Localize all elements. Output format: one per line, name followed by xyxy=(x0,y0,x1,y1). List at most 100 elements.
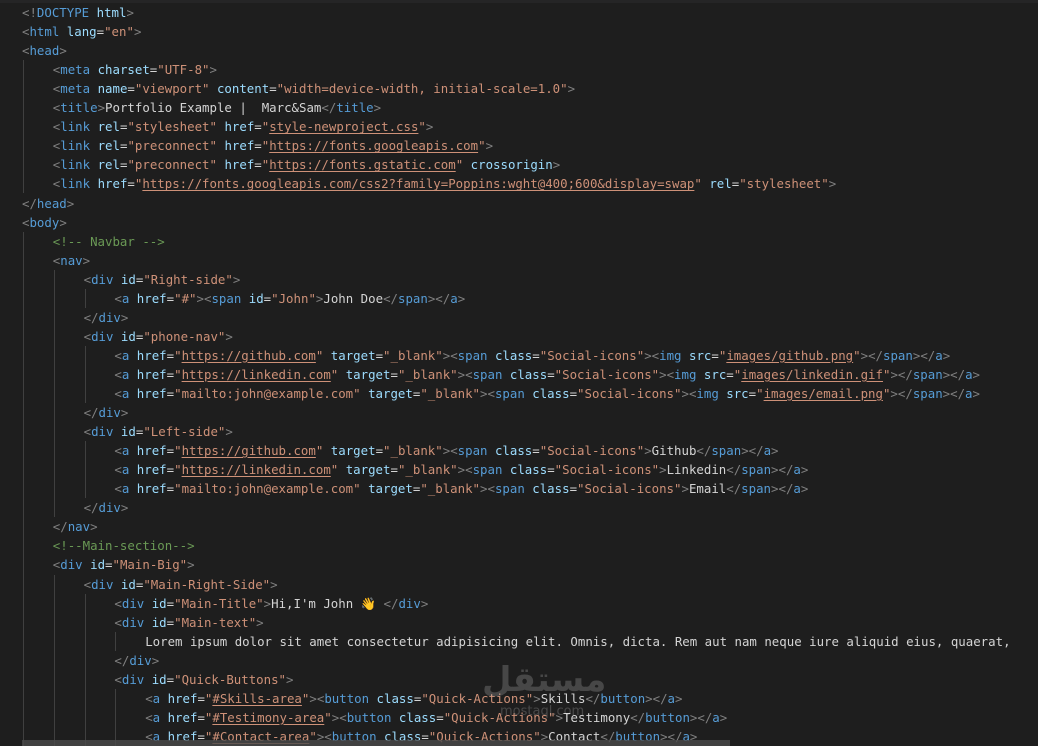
code-string: "mailto:john@example.com" xyxy=(174,481,361,497)
code-line[interactable]: </nav> xyxy=(22,517,98,536)
code-punctuation: < xyxy=(114,366,122,382)
code-line[interactable]: <a href="https://linkedin.com" target="_… xyxy=(22,460,808,479)
code-line[interactable]: <a href="https://linkedin.com" target="_… xyxy=(22,365,980,384)
code-text: Github xyxy=(651,443,697,459)
code-punctuation: </ xyxy=(778,462,794,478)
code-line[interactable]: </head> xyxy=(22,194,74,213)
code-link[interactable]: https://fonts.googleapis.com/css2?family… xyxy=(142,176,694,191)
code-attribute-name: charset xyxy=(97,62,150,78)
code-line[interactable]: <meta name="viewport" content="width=dev… xyxy=(22,79,575,98)
code-tag-name: span xyxy=(472,462,503,478)
code-line[interactable]: <!-- Navbar --> xyxy=(22,232,165,251)
code-text: John Doe xyxy=(323,290,384,306)
code-attribute-name: content xyxy=(216,81,270,97)
code-line[interactable]: <title>Portfolio Example | Marc&Sam</tit… xyxy=(22,98,381,117)
code-line[interactable]: </div> xyxy=(22,498,129,517)
code-link[interactable]: #Testimony-area xyxy=(212,710,324,725)
code-tag-name: div xyxy=(98,500,121,516)
code-line[interactable]: <!DOCTYPE html> xyxy=(22,3,134,22)
code-line[interactable]: <a href="https://github.com" target="_bl… xyxy=(22,346,950,365)
code-text: = xyxy=(166,614,175,630)
code-link[interactable]: https://linkedin.com xyxy=(182,367,331,382)
code-line[interactable]: <nav> xyxy=(22,251,90,270)
code-line[interactable]: <meta charset="UTF-8"> xyxy=(22,60,217,79)
code-punctuation: < xyxy=(465,462,473,478)
code-line[interactable]: <html lang="en"> xyxy=(22,22,141,41)
code-attribute-name: target xyxy=(345,462,391,478)
code-line[interactable]: <link href="https://fonts.googleapis.com… xyxy=(22,174,836,193)
code-line[interactable]: <div id="Left-side"> xyxy=(22,422,233,441)
horizontal-scrollbar[interactable] xyxy=(22,740,730,746)
code-link[interactable]: style-newproject.css xyxy=(269,119,418,134)
code-line[interactable]: <div id="phone-nav"> xyxy=(22,327,233,346)
code-punctuation: > xyxy=(645,690,653,706)
code-line[interactable]: <a href="https://github.com" target="_bl… xyxy=(22,441,778,460)
code-punctuation: < xyxy=(114,347,122,363)
code-line[interactable]: </div> xyxy=(22,651,159,670)
code-line[interactable]: Lorem ipsum dolor sit amet consectetur a… xyxy=(22,632,1010,651)
code-link[interactable]: #Skills-area xyxy=(212,691,302,706)
code-tag-name: a xyxy=(793,462,801,478)
code-line[interactable]: <div id="Main-Title">Hi,I'm John 👋 </div… xyxy=(22,594,428,613)
code-line[interactable]: <link rel="stylesheet" href="style-newpr… xyxy=(22,117,434,136)
code-line[interactable]: <!--Main-section--> xyxy=(22,536,195,555)
code-text: = xyxy=(547,462,555,478)
code-link[interactable]: https://linkedin.com xyxy=(182,462,331,477)
code-line[interactable]: <div id="Right-side"> xyxy=(22,270,241,289)
code-link[interactable]: https://fonts.gstatic.com xyxy=(269,157,456,172)
code-link[interactable]: https://github.com xyxy=(182,443,316,458)
code-line[interactable]: <div id="Main-Big"> xyxy=(22,555,195,574)
code-line[interactable]: </div> xyxy=(22,308,129,327)
code-line[interactable]: <a href="#Skills-area"><button class="Qu… xyxy=(22,689,682,708)
code-string: " xyxy=(174,366,182,382)
code-line[interactable]: <link rel="preconnect" href="https://fon… xyxy=(22,155,560,174)
code-attribute-name: class xyxy=(398,709,437,725)
code-line[interactable]: </div> xyxy=(22,403,129,422)
code-text: = xyxy=(254,157,262,173)
code-line[interactable]: <body> xyxy=(22,213,67,232)
code-link[interactable]: images/github.png xyxy=(726,348,853,363)
code-attribute-name: class xyxy=(494,443,533,459)
code-text: Skills xyxy=(540,690,586,706)
code-punctuation: > xyxy=(457,366,466,382)
code-punctuation: < xyxy=(145,690,153,706)
code-editor[interactable]: <!DOCTYPE html> <html lang="en"> <head> <me… xyxy=(0,0,1038,746)
code-tag-name: button xyxy=(645,709,690,725)
code-text: = xyxy=(390,366,398,382)
code-link[interactable]: https://fonts.googleapis.com xyxy=(269,138,478,153)
code-line[interactable]: <a href="#"><span id="John">John Doe</sp… xyxy=(22,289,465,308)
code-attribute-name: src xyxy=(726,386,749,401)
code-link[interactable]: images/linkedin.gif xyxy=(741,367,883,382)
code-tag-name: head xyxy=(29,43,60,59)
code-string: "phone-nav" xyxy=(143,328,226,344)
code-link[interactable]: images/email.png xyxy=(764,386,883,401)
code-text: = xyxy=(711,347,719,363)
code-attribute-name: class xyxy=(509,366,548,382)
code-line[interactable]: <div id="Quick-Buttons"> xyxy=(22,670,293,689)
code-link[interactable]: https://github.com xyxy=(182,348,316,363)
code-attribute-name: rel xyxy=(97,119,120,135)
code-line[interactable]: <head> xyxy=(22,41,67,60)
code-string: "_blank" xyxy=(420,481,480,497)
code-attribute-name: id xyxy=(151,671,167,687)
code-punctuation: < xyxy=(487,386,495,401)
code-punctuation: < xyxy=(114,481,122,497)
code-punctuation: < xyxy=(83,576,92,592)
code-punctuation: > xyxy=(373,100,382,116)
code-line[interactable]: <div id="Main-Right-Side"> xyxy=(22,575,278,594)
code-line[interactable]: <a href="mailto:john@example.com" target… xyxy=(22,384,980,403)
code-tag-name: div xyxy=(60,557,83,573)
code-line[interactable]: <a href="#Testimony-area"><button class=… xyxy=(22,708,727,727)
code-line[interactable]: <div id="Main-text"> xyxy=(22,613,263,632)
code-attribute-name: target xyxy=(330,443,376,459)
code-attribute-name: href xyxy=(224,119,255,135)
code-punctuation: < xyxy=(114,386,122,401)
code-line[interactable]: <a href="mailto:john@example.com" target… xyxy=(22,479,808,498)
code-attribute-name: id xyxy=(120,328,136,344)
code-line[interactable]: <link rel="preconnect" href="https://fon… xyxy=(22,136,493,155)
code-attribute-name: rel xyxy=(709,176,732,192)
code-text: Hi,I'm John 👋 xyxy=(271,595,384,611)
